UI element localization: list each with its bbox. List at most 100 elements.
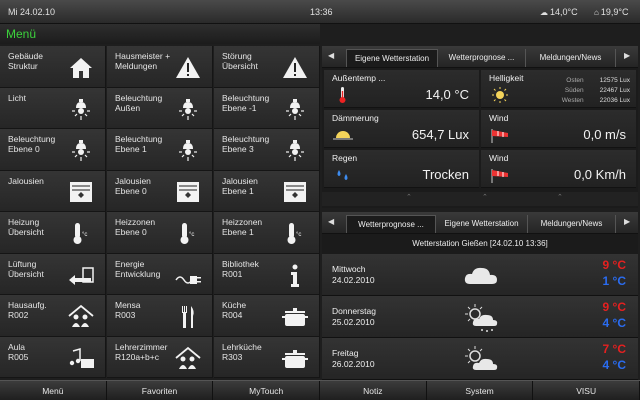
menu-tile-label: Mensa R003 bbox=[115, 300, 141, 320]
wind-ms-value: 0,0 m/s bbox=[583, 127, 626, 142]
rain-value: Trocken bbox=[422, 167, 469, 182]
scroll-up-icon[interactable]: ⌃ bbox=[406, 193, 412, 201]
menu-tile[interactable]: Beleuchtung Außen bbox=[107, 87, 213, 129]
tab-wetterprognose[interactable]: Wetterprognose ... bbox=[438, 49, 526, 67]
blind-icon bbox=[177, 181, 199, 202]
menu-tile[interactable]: Licht bbox=[0, 87, 106, 129]
menu-tile[interactable]: Gebäude Struktur bbox=[0, 46, 106, 88]
menu-tile[interactable]: Heizzonen Ebene 1 °c bbox=[214, 212, 320, 254]
menu-tile[interactable]: Hausmeister + Meldungen bbox=[107, 46, 213, 88]
rain-cell[interactable]: Regen Trocken bbox=[324, 150, 479, 188]
forecast-day: Freitag bbox=[332, 348, 359, 358]
menu-tile[interactable]: Beleuchtung Ebene -1 bbox=[214, 87, 320, 129]
status-bar: Mi 24.02.10 13:36 ☁ 14,0°C ⌂ 19,9°C bbox=[0, 0, 640, 24]
svg-text:°c: °c bbox=[189, 232, 194, 238]
menu-tile-label: Hausaufg. R002 bbox=[8, 300, 47, 320]
tab-meldungen-news[interactable]: Meldungen/News bbox=[526, 49, 616, 67]
nav-favoriten[interactable]: Favoriten bbox=[107, 381, 214, 400]
forecast-row[interactable]: Donnerstag 25.02.2010 9 °C 4 °C bbox=[322, 296, 638, 338]
menu-tile-label: Beleuchtung Ebene 0 bbox=[8, 134, 56, 154]
brightness-east: Osten 12575 Lux bbox=[566, 77, 630, 84]
forecast-low: 4 °C bbox=[602, 316, 626, 330]
outside-temp-label: Außentemp ... bbox=[332, 73, 386, 83]
thermometer-icon: °c bbox=[73, 223, 87, 244]
menu-header: Menü bbox=[0, 24, 320, 44]
menu-tile[interactable]: Lehrküche R303 bbox=[214, 336, 320, 378]
tab-eigene-wetterstation[interactable]: Eigene Wetterstation bbox=[436, 215, 528, 233]
tab-meldungen-news[interactable]: Meldungen/News bbox=[528, 215, 616, 233]
windsock-icon bbox=[491, 169, 508, 183]
scroll-mid-icon[interactable]: ⌃ bbox=[482, 193, 488, 201]
menu-tile[interactable]: Heizung Übersicht °c bbox=[0, 212, 106, 254]
blind-icon bbox=[284, 181, 306, 202]
forecast-date: 25.02.2010 bbox=[332, 317, 375, 327]
menu-tile-label: Beleuchtung Außen bbox=[115, 92, 163, 113]
menu-tile[interactable]: Küche R004 bbox=[214, 295, 320, 337]
panel1-scroll-bar[interactable]: ⌃ ⌃ ⌃ bbox=[322, 192, 638, 206]
menu-tile[interactable]: Lehrerzimmer R120a+b+c bbox=[107, 336, 213, 378]
wind-ms-label: Wind bbox=[489, 113, 509, 123]
forecast-date: 26.02.2010 bbox=[332, 359, 375, 369]
menu-tile[interactable]: Lüftung Übersicht bbox=[0, 253, 106, 295]
menu-tile[interactable]: Aula R005 bbox=[0, 336, 106, 378]
tab-left-arrow-icon[interactable]: ◀ bbox=[328, 217, 334, 226]
menu-tile-label: Störung Übersicht bbox=[222, 51, 258, 71]
nav-notiz[interactable]: Notiz bbox=[320, 381, 427, 400]
forecast-panel: ◀ Wetterprognose ... Eigene Wetterstatio… bbox=[322, 212, 638, 380]
status-time: 13:36 bbox=[310, 7, 333, 17]
nav-menu[interactable]: Menü bbox=[0, 381, 107, 400]
dusk-cell[interactable]: Dämmerung 654,7 Lux bbox=[324, 110, 479, 148]
menu-tile-label: Heizzonen Ebene 1 bbox=[222, 217, 263, 237]
panel1-tabs: ◀ Eigene Wetterstation Wetterprognose ..… bbox=[322, 46, 638, 68]
outside-temp-cell[interactable]: Außentemp ... 14,0 °C bbox=[324, 70, 479, 108]
raindrops-icon bbox=[337, 170, 348, 180]
brightness-cell[interactable]: Helligkeit Osten 12575 Lux Süden 22467 Lux… bbox=[481, 70, 636, 108]
brightness-south: Süden 22467 Lux bbox=[564, 87, 630, 94]
forecast-high: 7 °C bbox=[602, 342, 626, 356]
menu-tile[interactable]: Mensa R003 bbox=[107, 295, 213, 337]
warning-icon bbox=[176, 57, 200, 78]
menu-tile-label: Gebäude Struktur bbox=[8, 51, 43, 71]
wind-ms-cell[interactable]: Wind 0,0 m/s bbox=[481, 110, 636, 148]
menu-tile[interactable]: Heizzonen Ebene 0 °c bbox=[107, 212, 213, 254]
menu-tile-label: Licht bbox=[8, 92, 26, 103]
menu-tile[interactable]: Beleuchtung Ebene 1 bbox=[107, 129, 213, 171]
menu-tile[interactable]: Störung Übersicht bbox=[214, 46, 320, 88]
menu-tile[interactable]: Jalousien bbox=[0, 170, 106, 212]
menu-tile[interactable]: Energie Entwicklung bbox=[107, 253, 213, 295]
nav-system[interactable]: System bbox=[427, 381, 534, 400]
menu-tile-label: Jalousien bbox=[8, 175, 44, 186]
forecast-row[interactable]: Mittwoch 24.02.2010 9 °C 1 °C bbox=[322, 254, 638, 296]
ventilation-icon bbox=[69, 266, 94, 285]
menu-tile[interactable]: Beleuchtung Ebene 3 bbox=[214, 129, 320, 171]
sun-cloud-rain-icon bbox=[465, 304, 498, 332]
sun-cloud-icon bbox=[465, 346, 498, 370]
nav-visu[interactable]: VISU bbox=[533, 381, 640, 400]
forecast-low: 1 °C bbox=[602, 274, 626, 288]
menu-tile-label: Aula R005 bbox=[8, 341, 29, 362]
bottom-nav: Menü Favoriten MyTouch Notiz System VISU bbox=[0, 380, 640, 400]
menu-tile[interactable]: Bibliothek R001 bbox=[214, 253, 320, 295]
tab-left-arrow-icon[interactable]: ◀ bbox=[328, 51, 334, 60]
forecast-row[interactable]: Freitag 26.02.2010 7 °C 4 °C bbox=[322, 338, 638, 380]
rain-label: Regen bbox=[332, 153, 358, 163]
panel2-tabs: ◀ Wetterprognose ... Eigene Wetterstatio… bbox=[322, 212, 638, 234]
brightness-west: Westen 22036 Lux bbox=[561, 97, 630, 104]
tab-wetterprognose[interactable]: Wetterprognose ... bbox=[346, 215, 436, 233]
windsock-icon bbox=[491, 129, 508, 143]
menu-tile[interactable]: Hausaufg. R002 bbox=[0, 295, 106, 337]
lamp-icon bbox=[286, 140, 304, 161]
tab-eigene-wetterstation[interactable]: Eigene Wetterstation bbox=[346, 49, 438, 67]
menu-tile[interactable]: Jalousien Ebene 1 bbox=[214, 170, 320, 212]
tab-right-arrow-icon[interactable]: ▶ bbox=[624, 51, 630, 60]
wind-kmh-value: 0,0 Km/h bbox=[573, 167, 626, 182]
menu-tile[interactable]: Jalousien Ebene 0 bbox=[107, 170, 213, 212]
pot-icon bbox=[282, 308, 308, 326]
menu-tile-label: Beleuchtung Ebene 3 bbox=[222, 134, 270, 154]
nav-mytouch[interactable]: MyTouch bbox=[213, 381, 321, 400]
wind-kmh-cell[interactable]: Wind 0,0 Km/h bbox=[481, 150, 636, 188]
menu-tile[interactable]: Beleuchtung Ebene 0 bbox=[0, 129, 106, 171]
tab-right-arrow-icon[interactable]: ▶ bbox=[624, 217, 630, 226]
cutlery-icon bbox=[182, 306, 194, 328]
scroll-down-icon[interactable]: ⌃ bbox=[557, 193, 563, 201]
